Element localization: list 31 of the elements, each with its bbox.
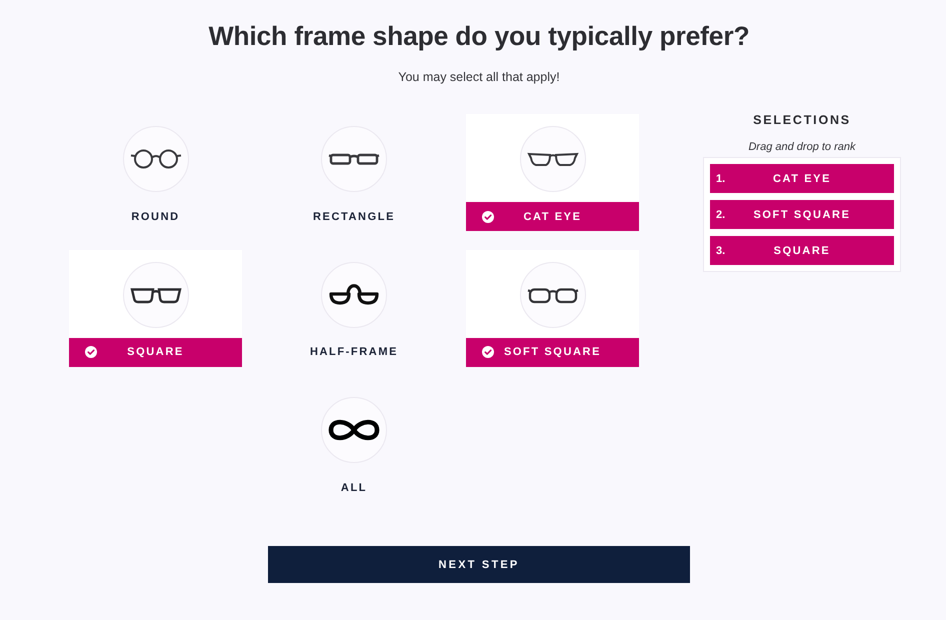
- square-glasses-icon: [122, 262, 188, 328]
- half-frame-glasses-icon: [321, 262, 387, 328]
- drag-hint: Drag and drop to rank: [748, 140, 856, 154]
- checkmark-icon: [482, 346, 494, 358]
- page-heading: Which frame shape do you typically prefer?: [208, 20, 750, 53]
- frame-shape-option[interactable]: ROUND: [69, 114, 242, 231]
- next-step-button[interactable]: NEXT STEP: [268, 546, 690, 583]
- checkmark-icon: [482, 210, 494, 222]
- round-glasses-icon: [122, 126, 188, 192]
- rounded-square-glasses-icon: [520, 262, 586, 328]
- selections-heading: SELECTIONS: [753, 112, 851, 128]
- frame-shape-option[interactable]: RECTANGLE: [268, 114, 440, 231]
- cat-eye-glasses-icon: [520, 126, 586, 192]
- frame-shape-option[interactable]: ALL: [268, 385, 440, 502]
- checkmark-icon: [85, 346, 97, 358]
- selection-label: SOFT SQUARE: [752, 208, 852, 220]
- rank-number: 3.: [716, 244, 726, 256]
- page-subheading: You may select all that apply!: [398, 69, 560, 86]
- frame-shape-option[interactable]: SQUARE: [69, 250, 242, 366]
- rank-number: 1.: [716, 172, 726, 184]
- ranked-selection[interactable]: 1. CAT EYE: [710, 164, 894, 193]
- selection-label: SQUARE: [772, 244, 832, 256]
- frame-shape-option[interactable]: HALF-FRAME: [268, 250, 440, 366]
- rank-number: 2.: [716, 208, 726, 220]
- frame-shape-option[interactable]: SOFT SQUARE: [466, 250, 639, 366]
- rectangular-glasses-icon: [321, 126, 387, 192]
- selection-label: CAT EYE: [772, 172, 832, 184]
- ranked-selection[interactable]: 3. SQUARE: [710, 236, 894, 265]
- infinity-icon: [321, 397, 387, 463]
- frame-shape-option[interactable]: CAT EYE: [466, 114, 639, 231]
- ranked-selection[interactable]: 2. SOFT SQUARE: [710, 200, 894, 229]
